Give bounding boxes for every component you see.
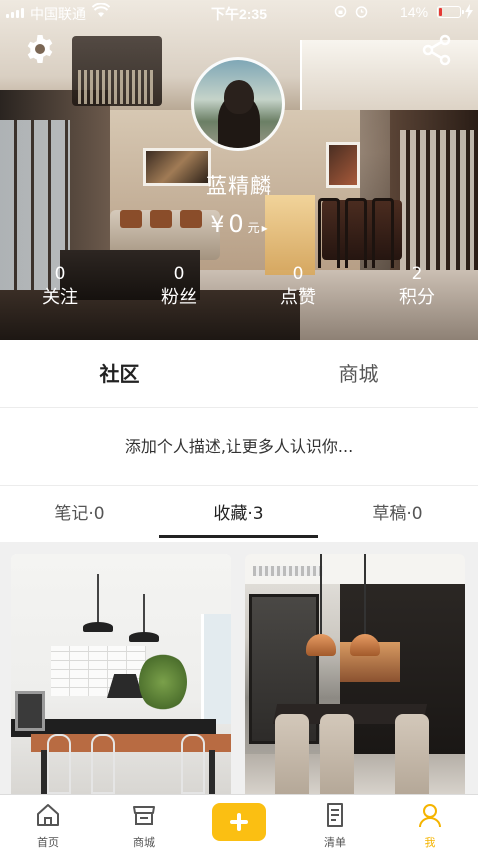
balance-amount: 0	[228, 210, 244, 238]
stat-value: 2	[411, 264, 423, 284]
nav-label: 清单	[324, 836, 346, 849]
nav-label: 商城	[133, 836, 155, 849]
add-post-button[interactable]	[212, 803, 266, 841]
status-bar: 中国联通 下午2:35 14%	[0, 0, 478, 24]
orientation-lock-icon	[334, 5, 347, 18]
stat-label: 积分	[399, 287, 435, 308]
nav-label: 首页	[37, 836, 59, 849]
charging-icon	[465, 4, 473, 19]
favorites-grid	[0, 542, 478, 794]
tab-community[interactable]: 社区	[0, 340, 239, 408]
favorite-card[interactable]	[11, 554, 231, 794]
tab-notes[interactable]: 笔记·0	[0, 486, 159, 542]
balance-currency: ¥	[210, 213, 225, 238]
stat-value: 0	[54, 264, 66, 284]
shop-icon	[133, 806, 155, 825]
tab-favorites[interactable]: 收藏·3	[159, 486, 318, 542]
nav-list[interactable]: 清单	[287, 795, 383, 850]
stat-label: 点赞	[280, 287, 316, 308]
home-icon	[37, 804, 59, 826]
active-tab-indicator	[159, 535, 318, 538]
gear-icon[interactable]	[24, 33, 56, 65]
stat-followers[interactable]: 0 粉丝	[129, 264, 229, 312]
stat-points[interactable]: 2 积分	[367, 264, 467, 312]
battery-icon	[437, 6, 464, 18]
favorite-card[interactable]	[245, 554, 465, 794]
stat-value: 0	[292, 264, 304, 284]
main-tabs: 社区 商城	[0, 340, 478, 408]
list-icon	[327, 803, 343, 827]
kitchen-photo	[11, 554, 231, 794]
chevron-right-icon: ▸	[261, 221, 268, 235]
dining-room-photo	[245, 554, 465, 794]
nav-me[interactable]: 我	[382, 795, 478, 850]
stat-likes[interactable]: 0 点赞	[248, 264, 348, 312]
balance-link[interactable]: ¥0 元 ▸	[0, 210, 478, 238]
alarm-icon	[355, 6, 368, 18]
tab-drafts[interactable]: 草稿·0	[318, 486, 477, 542]
user-icon	[419, 804, 441, 828]
stat-label: 关注	[42, 287, 78, 308]
stat-value: 0	[173, 264, 185, 284]
stat-following[interactable]: 0 关注	[10, 264, 110, 312]
stat-label: 粉丝	[161, 287, 197, 308]
bio-placeholder[interactable]: 添加个人描述,让更多人认识你...	[0, 408, 478, 486]
profile-stats: 0 关注 0 粉丝 0 点赞 2 积分	[0, 264, 478, 320]
balance-unit: 元	[247, 221, 260, 235]
sub-tabs: 笔记·0 收藏·3 草稿·0	[0, 486, 478, 542]
share-icon[interactable]	[420, 33, 454, 67]
battery-percent: 14%	[400, 4, 429, 20]
avatar[interactable]	[191, 57, 285, 151]
tab-mall[interactable]: 商城	[239, 340, 478, 408]
nav-home[interactable]: 首页	[0, 795, 96, 850]
nav-shop[interactable]: 商城	[96, 795, 192, 850]
username: 蓝精麟	[206, 174, 272, 198]
nav-label: 我	[424, 836, 436, 849]
